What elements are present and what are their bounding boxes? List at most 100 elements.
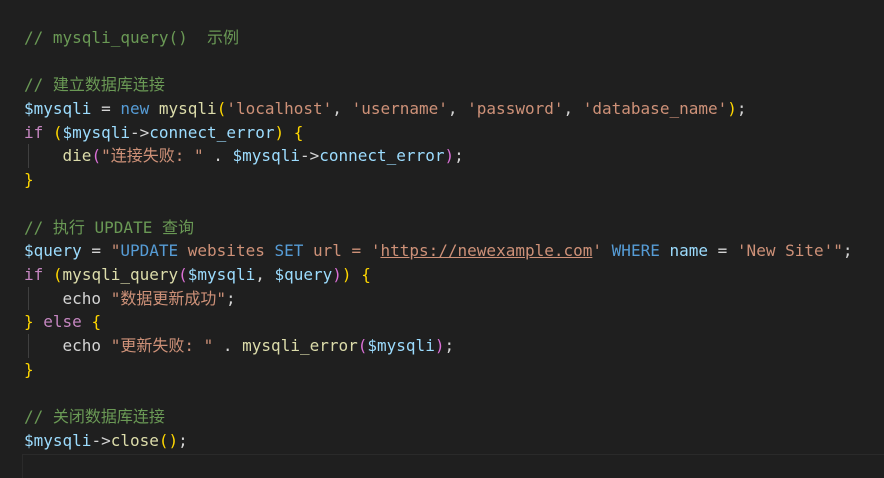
token-sql-keyword: UPDATE <box>120 241 179 261</box>
token-brace: } <box>24 312 34 332</box>
token-string: url <box>313 241 342 261</box>
token-string: " <box>833 241 843 261</box>
indent-guide <box>28 286 29 311</box>
token-punctuation: ; <box>178 430 188 450</box>
token-punctuation: ; <box>225 288 236 308</box>
token-keyword: else <box>43 312 82 332</box>
token-variable: $query <box>24 241 82 261</box>
token-string: = <box>341 241 371 261</box>
token-sql-keyword: SET <box>274 241 304 261</box>
token-bracket: () <box>158 430 179 450</box>
code-line-15: } <box>24 358 853 382</box>
code-line-7: } <box>24 168 853 192</box>
code-line-18: $mysqli->close(); <box>24 429 853 453</box>
token-string: "连接失败: " <box>101 146 204 166</box>
code-line-13: } else { <box>24 310 853 334</box>
token-operator: = <box>91 99 121 119</box>
token-brace: } <box>24 170 34 190</box>
token-punctuation: ; <box>842 241 853 261</box>
token-punctuation: ; <box>444 335 455 355</box>
token-punctuation: , <box>447 99 468 119</box>
code-line-4: $mysqli = new mysqli('localhost', 'usern… <box>24 97 853 121</box>
token-string: " <box>110 241 121 261</box>
token-function: mysqli_error <box>242 335 358 355</box>
token-operator: = <box>708 241 737 261</box>
code-line-6: die("连接失败: " . $mysqli->connect_error); <box>24 144 853 169</box>
token-variable: $mysqli <box>62 122 130 142</box>
token-bracket: ( <box>52 122 63 142</box>
token-bracket: ( <box>357 335 368 355</box>
token-variable: $mysqli <box>232 146 300 166</box>
token-bracket: ( <box>52 264 63 284</box>
token-echo: echo <box>62 288 102 308</box>
token-bracket: ) <box>332 264 342 284</box>
indent-guide <box>28 333 29 358</box>
token-string: ' <box>592 241 603 261</box>
code-block[interactable]: // mysqli_query() 示例 // 建立数据库连接 $mysqli … <box>24 26 853 452</box>
token-bracket: ) <box>341 264 352 284</box>
token-punctuation: ; <box>454 146 464 166</box>
token-property: connect_error <box>319 146 445 166</box>
token-string: 'username' <box>351 99 448 119</box>
token-operator: -> <box>129 122 150 142</box>
token-operator: . <box>213 335 243 355</box>
token-string: "数据更新成功" <box>110 288 226 308</box>
token-bracket: ( <box>216 99 227 119</box>
token-punctuation: ; <box>736 99 747 119</box>
token-operator: = <box>81 241 111 261</box>
token-brace: { <box>284 122 304 142</box>
token-punctuation: , <box>332 99 352 119</box>
token-punctuation: , <box>255 264 275 284</box>
token-bracket: ( <box>178 264 188 284</box>
code-line-9: // 执行 UPDATE 查询 <box>24 216 853 240</box>
token-string: 'localhost' <box>226 99 333 119</box>
token-brace: } <box>24 359 34 379</box>
token-class: mysqli <box>158 99 217 119</box>
indent-guide <box>28 144 29 169</box>
token-string: 'password' <box>467 99 564 119</box>
token-bracket: ) <box>727 99 737 119</box>
token-operator: . <box>203 146 233 166</box>
token-brace: { <box>351 264 371 284</box>
current-line-highlight[interactable] <box>22 454 884 478</box>
token-keyword: if <box>24 264 44 284</box>
token-brace: { <box>81 312 102 332</box>
token-string: "更新失败: " <box>110 335 214 355</box>
token-string: 'database_name' <box>582 99 728 119</box>
token-keyword: if <box>24 122 44 142</box>
code-editor[interactable]: // mysqli_query() 示例 // 建立数据库连接 $mysqli … <box>0 0 884 478</box>
comment-connect: // 建立数据库连接 <box>24 75 165 95</box>
token-sql-column: name <box>669 241 709 261</box>
token-variable: $mysqli <box>24 99 92 119</box>
code-line-12: echo "数据更新成功"; <box>24 286 853 311</box>
token-string: websites <box>178 241 275 261</box>
token-echo: echo <box>62 335 102 355</box>
token-punctuation: , <box>563 99 583 119</box>
token-sql-keyword: WHERE <box>611 241 660 261</box>
comment-close: // 关闭数据库连接 <box>24 407 165 426</box>
token-function: mysqli_query <box>62 264 179 284</box>
token-variable: $mysqli <box>367 335 435 355</box>
token-property: connect_error <box>149 122 275 142</box>
code-line-17: // 关闭数据库连接 <box>24 405 853 429</box>
comment-update: // 执行 UPDATE 查询 <box>24 217 194 237</box>
url-link[interactable]: https://newexample.com <box>380 241 592 260</box>
comment-title: // mysqli_query() 示例 <box>24 28 240 47</box>
token-method: close <box>110 430 159 450</box>
token-string <box>602 241 612 260</box>
token-bracket: ) <box>274 122 285 142</box>
token-operator: -> <box>299 146 320 166</box>
code-line-11: if (mysqli_query($mysqli, $query)) { <box>24 263 853 287</box>
token-string <box>303 241 313 260</box>
